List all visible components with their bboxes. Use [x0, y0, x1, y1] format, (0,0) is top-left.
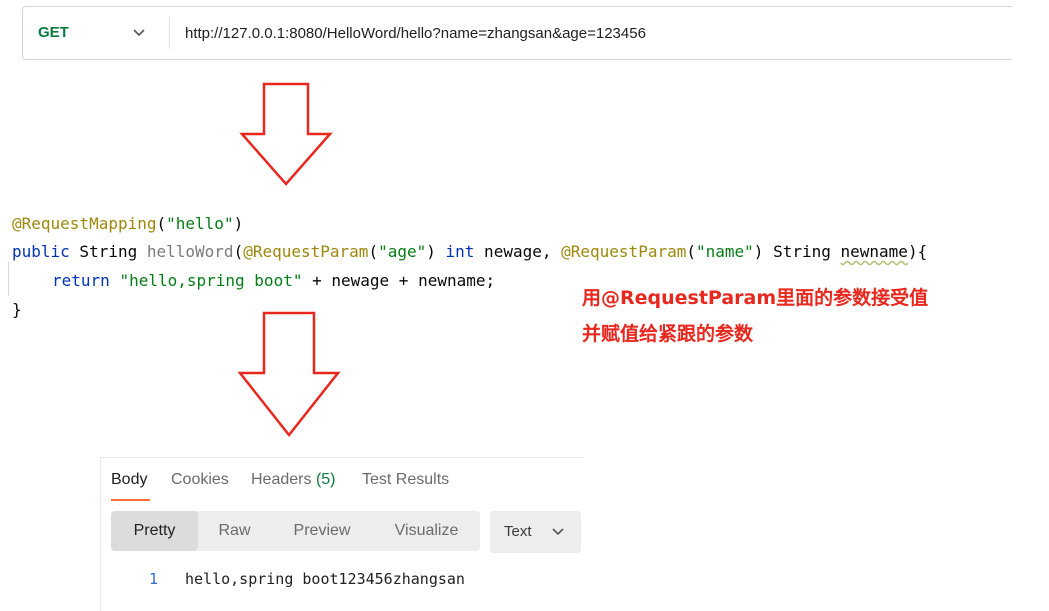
code-line-1: @RequestMapping("hello"): [12, 214, 244, 233]
method-name: helloWord: [146, 242, 234, 261]
tab-body[interactable]: Body: [111, 471, 147, 489]
tab-cookies[interactable]: Cookies: [171, 471, 229, 489]
tab-headers[interactable]: Headers (5): [251, 471, 336, 489]
response-body-text[interactable]: hello,spring boot123456zhangsan: [185, 570, 465, 588]
view-mode-group: Pretty Raw Preview Visualize: [111, 511, 480, 551]
annotation-note-line-1: 用@RequestParam里面的参数接受值: [582, 287, 929, 309]
request-bar: GET: [22, 6, 1012, 60]
line-number: 1: [149, 570, 159, 588]
url-input[interactable]: [185, 20, 995, 46]
divider: [169, 17, 170, 49]
view-preview-button[interactable]: Preview: [271, 511, 373, 551]
headers-count-badge: (5): [315, 471, 336, 488]
chevron-down-icon: [552, 528, 564, 536]
code-line-4: }: [12, 300, 22, 319]
format-label: Text: [504, 523, 532, 540]
annotation-note-line-2: 并赋值给紧跟的参数: [582, 323, 754, 345]
format-select[interactable]: Text: [490, 511, 581, 553]
code-line-3: return "hello,spring boot" + newage + ne…: [52, 271, 496, 290]
active-tab-indicator: [111, 499, 150, 501]
response-panel: Body Cookies Headers (5) Test Results Pr…: [100, 457, 584, 611]
view-visualize-button[interactable]: Visualize: [373, 511, 480, 551]
code-line-2: public String helloWord(@RequestParam("a…: [12, 242, 928, 261]
code-annotation: @RequestMapping: [12, 214, 157, 233]
down-arrow-icon: [238, 311, 341, 438]
indent-guide: [8, 262, 9, 296]
view-raw-button[interactable]: Raw: [198, 511, 271, 551]
view-pretty-button[interactable]: Pretty: [111, 511, 198, 551]
method-label: GET: [38, 24, 69, 41]
down-arrow-icon: [239, 82, 333, 186]
chevron-down-icon: [133, 29, 145, 37]
method-select[interactable]: GET: [23, 7, 169, 59]
tab-test-results[interactable]: Test Results: [362, 471, 449, 489]
